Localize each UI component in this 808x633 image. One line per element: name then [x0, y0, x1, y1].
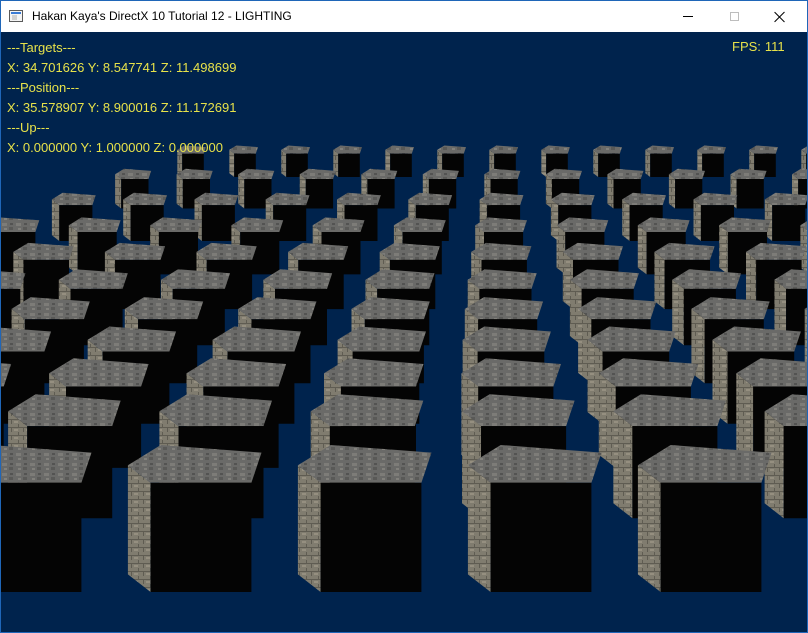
cube-side-face [668, 174, 676, 209]
cube-front-face [660, 482, 762, 592]
cube-top-face [645, 145, 674, 154]
cube-front-face [338, 153, 360, 177]
cube-side-face [637, 465, 661, 592]
cube-top-face [749, 145, 778, 154]
cube-side-face [637, 225, 647, 275]
cube-side-face [176, 174, 183, 209]
position-x: 35.578907 [22, 100, 85, 115]
position-z: 11.172691 [175, 100, 237, 115]
cube-front-face [702, 153, 724, 177]
fps-value: 111 [764, 39, 785, 54]
cube-side-face [613, 411, 633, 519]
close-button[interactable] [757, 1, 803, 32]
cube-side-face [598, 373, 616, 468]
position-readout: X: 35.578907 Y: 8.900016 Z: 11.172691 [7, 100, 237, 115]
fps-counter: FPS: 111 [732, 39, 785, 54]
cube [1, 445, 92, 592]
cube-top-face [541, 145, 570, 154]
cube-top-face [697, 145, 726, 154]
maximize-button[interactable] [711, 1, 757, 32]
cube [764, 394, 807, 519]
cube-side-face [297, 465, 321, 592]
cube-side-face [654, 251, 665, 310]
position-y: 8.900016 [102, 100, 158, 115]
cube-side-face [719, 225, 728, 275]
up-x: 0.000000 [22, 140, 78, 155]
cube-side-face [693, 199, 701, 241]
cube [297, 445, 432, 592]
cube-front-face [201, 205, 235, 241]
render-viewport[interactable]: ---Targets--- X: 34.701626 Y: 8.547741 Z… [1, 32, 807, 632]
cube-front-face [736, 179, 764, 209]
cube-side-face [622, 199, 630, 241]
cube-side-face [541, 149, 547, 177]
cube [467, 445, 602, 592]
cube-front-face [490, 482, 592, 592]
cube-front-face [305, 179, 334, 209]
app-window: Hakan Kaya's DirectX 10 Tutorial 12 - LI… [0, 0, 808, 633]
cube-front-face [150, 482, 252, 592]
close-icon [774, 11, 786, 23]
cube-top-face [281, 145, 310, 154]
maximize-icon [729, 12, 739, 21]
targets-z: 11.498699 [175, 60, 237, 75]
cubes-group [1, 145, 807, 592]
cube-front-face [1, 482, 82, 592]
cube-top-face [333, 145, 362, 154]
cube-top-face [764, 192, 807, 206]
cube-top-face [51, 192, 96, 206]
title-bar[interactable]: Hakan Kaya's DirectX 10 Tutorial 12 - LI… [1, 1, 807, 32]
up-y: 1.000000 [95, 140, 150, 155]
cube-top-face [385, 145, 414, 154]
fps-label: FPS: [732, 39, 761, 54]
cube-top-face [115, 168, 152, 179]
cube-side-face [115, 174, 122, 209]
cube-top-face [593, 145, 622, 154]
up-readout: X: 0.000000 Y: 1.000000 Z: 0.000000 [7, 140, 223, 155]
application-icon[interactable] [9, 10, 23, 22]
cube-top-face [229, 145, 258, 154]
cube [127, 445, 262, 592]
up-z: 0.000000 [168, 140, 223, 155]
cube [645, 145, 674, 177]
cube-side-face [593, 149, 599, 177]
cube-side-face [229, 149, 235, 177]
cube [730, 168, 767, 209]
cube-side-face [281, 149, 287, 177]
targets-y: 8.547741 [102, 60, 158, 75]
minimize-button[interactable] [665, 1, 711, 32]
cube-top-face [489, 145, 518, 154]
cube-side-face [645, 149, 651, 177]
cube-side-face [127, 465, 151, 592]
cube [333, 145, 362, 177]
minimize-icon [683, 16, 693, 17]
cube-front-face [650, 153, 672, 177]
cube-front-face [772, 205, 806, 241]
cube-side-face [123, 199, 131, 241]
targets-header: ---Targets--- [7, 40, 76, 55]
cube-side-face [607, 174, 614, 209]
targets-x: 34.701626 [22, 60, 85, 75]
cube-side-face [238, 174, 245, 209]
cube [637, 445, 772, 592]
cube-grid-scene [1, 145, 807, 592]
cube-top-face [1, 217, 40, 232]
window-title: Hakan Kaya's DirectX 10 Tutorial 12 - LI… [32, 9, 292, 23]
targets-readout: X: 34.701626 Y: 8.547741 Z: 11.498699 [7, 60, 237, 75]
cube-side-face [764, 411, 784, 519]
position-header: ---Position--- [7, 80, 80, 95]
cube-front-face [158, 232, 198, 275]
cube-front-face [783, 426, 807, 519]
cube-side-face [467, 465, 491, 592]
up-header: ---Up--- [7, 120, 50, 135]
cube-front-face [320, 482, 422, 592]
cube-top-face [437, 145, 466, 154]
cube-side-face [51, 199, 60, 241]
